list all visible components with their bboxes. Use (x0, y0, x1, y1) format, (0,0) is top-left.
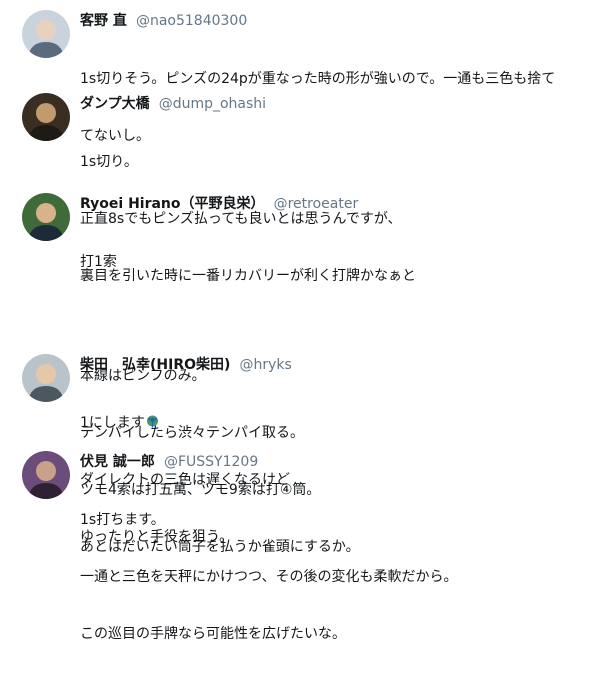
display-name[interactable]: 伏見 誠一郎 (80, 454, 155, 470)
peacock-icon (146, 415, 159, 428)
avatar[interactable] (22, 451, 70, 499)
user-handle[interactable]: @nao51840300 (136, 13, 247, 29)
tweet-text: 1s打ちます。 一通と三色を天秤にかけつつ、その後の変化も柔軟だから。 この巡目… (80, 473, 594, 682)
tweet-feed: 客野 直 @nao51840300 1s切りそう。ピンズの24pが重なった時の形… (0, 0, 600, 642)
tweet-line: 1s打ちます。 (80, 512, 165, 528)
user-handle[interactable]: @hryks (240, 357, 292, 373)
user-handle[interactable]: @dump_ohashi (159, 96, 266, 112)
avatar[interactable] (22, 10, 70, 58)
tweet-line-text: 1にします (80, 415, 145, 431)
tweet-line: 1にします (80, 414, 594, 433)
tweet-line: 1s切りそう。ピンズの24pが重なった時の形が強いので。一通も三色も捨て (80, 71, 556, 87)
user-handle[interactable]: @FUSSY1209 (164, 454, 258, 470)
display-name[interactable]: ダンプ大橋 (80, 96, 150, 112)
avatar[interactable] (22, 354, 70, 402)
avatar[interactable] (22, 193, 70, 241)
tweet-line: この巡目の手牌なら可能性を広げたいな。 (80, 626, 346, 642)
tweet-line: 1s切り。 (80, 154, 138, 170)
display-name[interactable]: 客野 直 (80, 13, 127, 29)
display-name[interactable]: Ryoei Hirano（平野良栄） (80, 196, 265, 212)
display-name[interactable]: 柴田 弘幸(HIRO柴田) (80, 357, 230, 373)
user-handle[interactable]: @retroeater (274, 196, 359, 212)
tweet-line: 打1索 (80, 254, 117, 270)
tweet-line: 一通と三色を天秤にかけつつ、その後の変化も柔軟だから。 (80, 569, 458, 585)
avatar[interactable] (22, 93, 70, 141)
